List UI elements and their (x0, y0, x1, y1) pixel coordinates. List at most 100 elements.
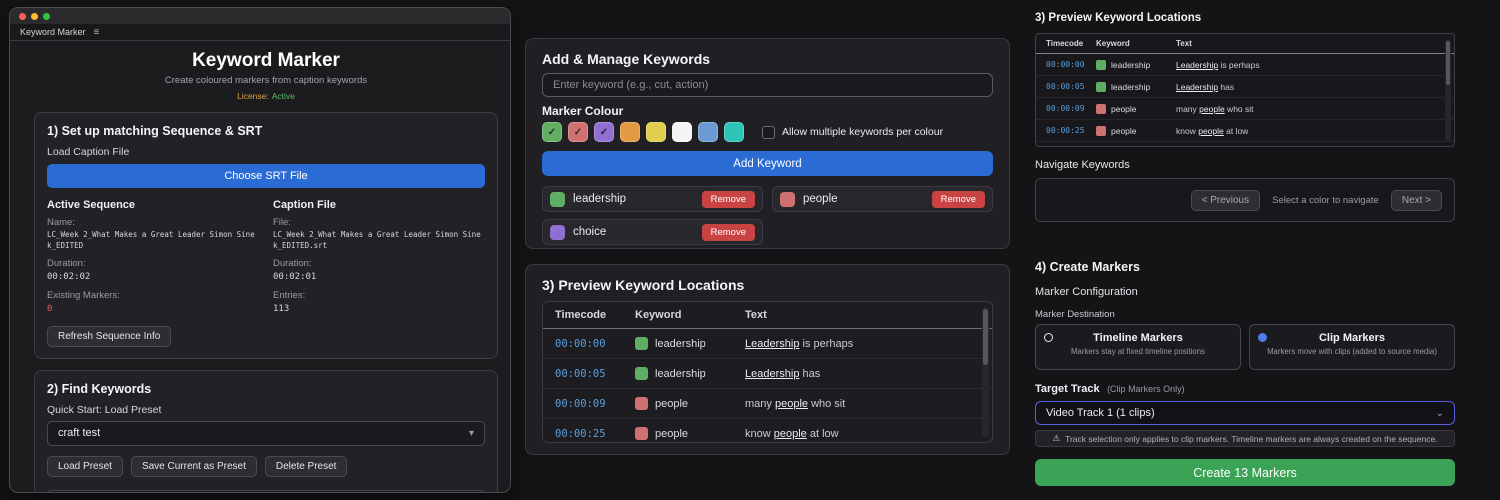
caption-text: Leadership has (1176, 81, 1235, 92)
destination-option-clip-markers[interactable]: Clip Markers Markers move with clips (add… (1249, 324, 1455, 370)
setup-section-title: 1) Set up matching Sequence & SRT (47, 124, 263, 138)
chevron-down-icon: ▾ (468, 427, 474, 439)
delete-preset-button[interactable]: Delete Preset (264, 455, 348, 477)
keyword-colour-swatch (635, 397, 648, 410)
preview-row[interactable]: 00:00:25 people know people at low (543, 419, 992, 442)
keyword-name: leadership (1111, 59, 1151, 70)
scrollbar-thumb[interactable] (983, 309, 988, 365)
scrollbar[interactable] (982, 307, 989, 437)
colour-swatch-blue[interactable] (698, 122, 718, 142)
panel-tab-keyword-marker[interactable]: Keyword Marker (20, 27, 86, 37)
track-warning: ⚠ Track selection only applies to clip m… (1035, 430, 1455, 447)
panel-menu-icon[interactable]: ≡ (94, 27, 100, 38)
destination-description: Markers stay at fixed timeline positions (1071, 347, 1205, 356)
target-track-select[interactable]: Video Track 1 (1 clips) ⌄ (1035, 401, 1455, 425)
preset-select-value: craft test (58, 427, 101, 440)
save-preset-button[interactable]: Save Current as Preset (130, 455, 257, 477)
page-subtitle: Create coloured markers from caption key… (164, 75, 368, 86)
marker-configuration-label: Marker Configuration (1035, 286, 1138, 298)
remove-keyword-button[interactable]: Remove (931, 190, 985, 208)
remove-keyword-button[interactable]: Remove (701, 223, 755, 241)
window-titlebar[interactable] (10, 8, 510, 24)
colour-swatch-yellow[interactable] (646, 122, 666, 142)
colour-swatch-orange[interactable] (620, 122, 640, 142)
navigate-keywords-label: Navigate Keywords (1035, 159, 1130, 171)
caption-file-label: File: (273, 217, 291, 228)
close-window-button[interactable] (19, 12, 26, 20)
remove-keyword-button[interactable]: Remove (701, 190, 755, 208)
keyword-colour-swatch (550, 224, 565, 240)
preview-row[interactable]: 00:00:09 people many people who sit (543, 389, 992, 419)
choose-srt-file-button[interactable]: Choose SRT File (47, 164, 485, 188)
preview-keyword-card: 3) Preview Keyword Locations Timecode Key… (525, 264, 1010, 455)
column-header-keyword: Keyword (635, 309, 682, 321)
colour-swatch-rose[interactable]: ✓ (568, 122, 588, 142)
keyword-colour-swatch (1096, 103, 1106, 114)
sequence-duration-value: 00:02:02 (47, 271, 91, 282)
keyword-colour-swatch (1096, 125, 1106, 136)
caption-file-column: Caption File File: LC_Week 2_What Makes … (273, 199, 485, 316)
matched-keyword: people (773, 427, 807, 440)
create-markers-title: 4) Create Markers (1035, 260, 1140, 274)
navigate-box: < Previous Select a color to navigate Ne… (1035, 178, 1455, 222)
check-icon: ✓ (599, 126, 609, 138)
column-header-text: Text (745, 309, 767, 321)
keyword-chip: choice Remove (542, 219, 763, 245)
colour-swatch-white[interactable] (672, 122, 692, 142)
sequence-duration-label: Duration: (47, 257, 86, 269)
add-keyword-button[interactable]: Add Keyword (542, 151, 993, 176)
timecode: 00:00:05 (555, 367, 606, 380)
target-track-label: Target Track (Clip Markers Only) (1035, 379, 1455, 397)
next-keyword-button[interactable]: Next > (1390, 189, 1442, 211)
create-markers-button[interactable]: Create 13 Markers (1035, 459, 1455, 486)
allow-multiple-checkbox[interactable] (762, 125, 775, 139)
matched-keyword: Leadership (1176, 59, 1219, 70)
preview-row[interactable]: 00:00:00 leadership Leadership is perhaps (1036, 54, 1454, 76)
preview-row[interactable]: 00:00:25 people know people at low (1036, 120, 1454, 142)
keyword-colour-swatch (635, 337, 648, 350)
sequence-name-label: Name: (47, 217, 75, 228)
existing-markers-label: Existing Markers: (47, 289, 120, 301)
preview-row[interactable]: 00:00:00 leadership Leadership is perhaps (543, 329, 992, 359)
navigate-hint: Select a color to navigate (1272, 194, 1379, 206)
colour-swatch-green[interactable]: ✓ (542, 122, 562, 142)
preview-row[interactable]: 00:00:05 leadership Leadership has (1036, 76, 1454, 98)
sequence-info-grid: Active Sequence Name: LC_Week 2_What Mak… (47, 199, 485, 316)
matched-keyword: Leadership (745, 367, 800, 380)
keyword-input[interactable] (542, 73, 993, 97)
entries-label: Entries: (273, 289, 306, 301)
manage-keywords-title: Add & Manage Keywords (542, 51, 711, 67)
check-icon: ✓ (547, 126, 557, 138)
scrollbar[interactable] (1445, 39, 1451, 141)
refresh-sequence-button[interactable]: Refresh Sequence Info (47, 325, 172, 347)
existing-markers-value: 0 (47, 303, 53, 314)
previous-keyword-button[interactable]: < Previous (1190, 189, 1261, 211)
caption-text: know people at low (1176, 125, 1249, 136)
preview-title-right: 3) Preview Keyword Locations (1035, 12, 1202, 24)
destination-option-timeline-markers[interactable]: Timeline Markers Markers stay at fixed ti… (1035, 324, 1241, 370)
target-track-value: Video Track 1 (1 clips) (1046, 407, 1155, 419)
keyword-name: people (655, 427, 689, 440)
minimize-window-button[interactable] (31, 12, 38, 20)
keyword-chip: leadership Remove (542, 186, 763, 212)
preview-row[interactable]: 00:00:09 people many people who sit (1036, 98, 1454, 120)
matched-keyword: Leadership (1176, 81, 1219, 92)
colour-palette: ✓ ✓ ✓ (542, 122, 744, 142)
allow-multiple-option[interactable]: Allow multiple keywords per colour (762, 125, 944, 139)
find-keywords-title: 2) Find Keywords (47, 381, 152, 396)
colour-swatch-purple[interactable]: ✓ (594, 122, 614, 142)
preset-buttons-row: Load Preset Save Current as Preset Delet… (47, 455, 485, 477)
preview-row[interactable]: 00:00:05 leadership Leadership has (543, 359, 992, 389)
colour-swatch-teal[interactable] (724, 122, 744, 142)
marker-destination-label: Marker Destination (1035, 309, 1115, 320)
zoom-window-button[interactable] (43, 12, 50, 20)
preset-select[interactable]: craft test ▾ (47, 420, 485, 446)
load-preset-button[interactable]: Load Preset (47, 455, 123, 477)
scrollbar-thumb[interactable] (1446, 41, 1450, 85)
radio-icon (1044, 333, 1053, 342)
preview-table-header: Timecode Keyword Text (543, 302, 992, 329)
license-status: Active (271, 91, 295, 101)
allow-multiple-label: Allow multiple keywords per colour (782, 126, 944, 138)
timecode: 00:00:00 (1046, 60, 1085, 69)
keyword-entry-field[interactable] (47, 489, 485, 492)
